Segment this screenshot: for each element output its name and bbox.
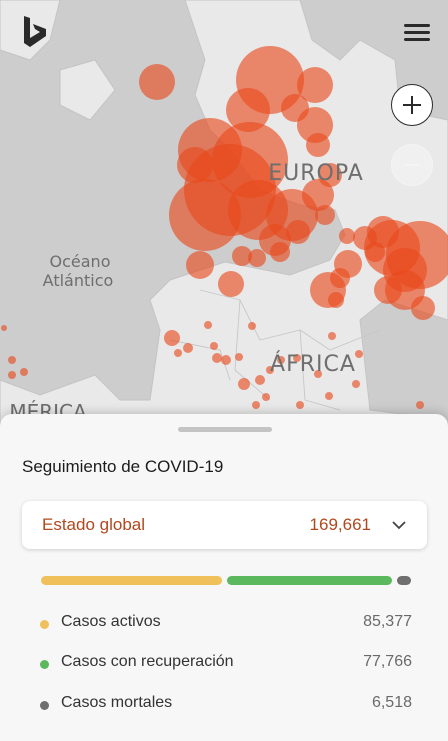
case-bubble[interactable] [411, 296, 435, 320]
zoom-in-button[interactable] [391, 84, 433, 126]
case-bubble[interactable] [328, 332, 336, 340]
global-status-label: Estado global [42, 515, 146, 534]
case-bubble[interactable] [325, 392, 333, 400]
case-bubble[interactable] [204, 321, 212, 329]
stat-row-recovered: Casos con recuperación 77,766 [22, 653, 412, 677]
case-bubble[interactable] [164, 330, 180, 346]
deaths-dot-icon [40, 701, 49, 710]
case-bubble[interactable] [20, 368, 28, 376]
stat-label: Casos con recuperación [61, 653, 234, 670]
case-bubble[interactable] [352, 380, 360, 388]
recovered-cases-bar [227, 576, 392, 585]
death-cases-bar [396, 576, 411, 585]
ocean-label-line1: Océano [50, 252, 111, 271]
case-bubble[interactable] [8, 371, 16, 379]
case-bubble[interactable] [252, 401, 260, 409]
case-bubble[interactable] [186, 251, 214, 279]
case-bubble[interactable] [286, 220, 310, 244]
stat-row-active: Casos activos 85,377 [22, 613, 412, 637]
drag-handle[interactable] [178, 427, 272, 432]
case-bubble[interactable] [248, 322, 256, 330]
active-cases-bar [41, 576, 223, 585]
europe-label: EUROPA [268, 161, 364, 186]
stat-value: 6,518 [371, 694, 412, 711]
minus-icon [403, 164, 421, 166]
case-bubble[interactable] [306, 133, 330, 157]
zoom-out-button[interactable] [391, 144, 433, 186]
case-bubble[interactable] [210, 342, 218, 350]
bing-logo-icon[interactable] [20, 14, 50, 50]
case-bubble[interactable] [238, 378, 250, 390]
stat-value: 85,377 [363, 613, 412, 630]
global-case-count: 169,661 [309, 515, 371, 534]
case-bubble[interactable] [139, 64, 175, 100]
hamburger-menu-icon[interactable] [400, 18, 434, 46]
case-bubble[interactable] [212, 353, 222, 363]
case-bubble[interactable] [262, 393, 270, 401]
recovered-dot-icon [40, 660, 49, 669]
case-bubble[interactable] [355, 350, 363, 358]
case-bubble[interactable] [270, 242, 290, 262]
case-bubble[interactable] [183, 343, 193, 353]
case-bubble[interactable] [174, 349, 182, 357]
case-bubble[interactable] [416, 401, 424, 409]
africa-label: ÁFRICA [270, 351, 356, 377]
case-bubble[interactable] [1, 325, 7, 331]
case-bubble[interactable] [235, 353, 243, 361]
case-bubble[interactable] [339, 228, 355, 244]
case-bubble[interactable] [8, 356, 16, 364]
stat-label: Casos mortales [61, 694, 173, 711]
stat-label: Casos activos [61, 613, 161, 630]
case-bubble[interactable] [248, 249, 266, 267]
case-bubble[interactable] [328, 292, 344, 308]
global-status-dropdown[interactable]: Estado global 169,661 [22, 501, 427, 549]
chevron-down-icon [392, 521, 406, 530]
stat-row-deaths: Casos mortales 6,518 [22, 694, 412, 718]
panel-title: Seguimiento de COVID-19 [22, 457, 224, 476]
case-bubble[interactable] [221, 355, 231, 365]
case-bubble[interactable] [315, 205, 335, 225]
case-bubble[interactable] [296, 401, 304, 409]
case-bubble[interactable] [177, 147, 213, 183]
active-dot-icon [40, 620, 49, 629]
stat-value: 77,766 [363, 653, 412, 670]
case-bubble[interactable] [255, 375, 265, 385]
case-bubble[interactable] [218, 271, 244, 297]
covid-tracker-panel: Seguimiento de COVID-19 Estado global 16… [0, 414, 448, 741]
ocean-label-line2: Atlántico [43, 271, 114, 290]
plus-icon [403, 96, 421, 114]
